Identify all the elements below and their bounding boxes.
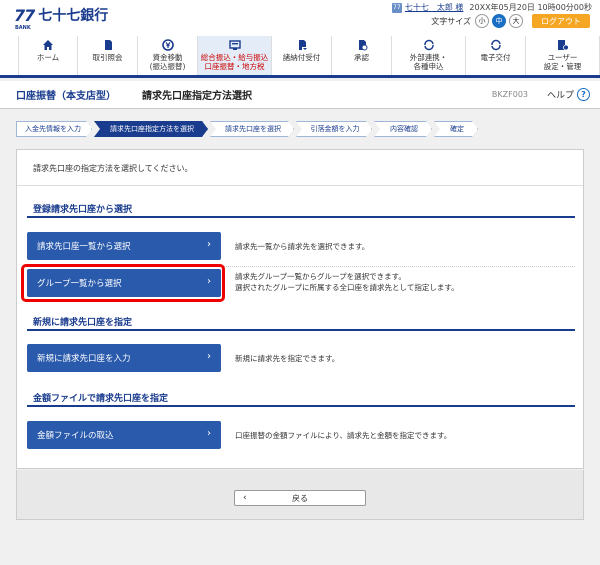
help-link[interactable]: ヘルプ ? [547,88,590,101]
description-line: 口座振替の金額ファイルにより、請求先と金額を指定できます。 [235,431,452,440]
help-label: ヘルプ [546,91,574,101]
nav-e-delivery[interactable]: 電子交付 [466,36,526,75]
nav-transfer[interactable]: 資金移動 (振込振替) [138,36,198,75]
section-registered-title: 登録請求先口座から選択 [33,205,133,215]
chevron-right-icon: › [207,428,211,439]
font-size-large-button[interactable]: 大 [509,14,523,28]
select-from-payer-list-button[interactable]: 請求先口座一覧から選択 › [27,232,221,260]
import-amount-file-button[interactable]: 金額ファイルの取込 › [27,421,221,449]
sync-icon [423,39,435,51]
font-size-label: 文字サイズ [431,16,471,26]
button-label: グループ一覧から選択 [37,279,122,289]
select-from-group-list-button[interactable]: グループ一覧から選択 › [27,269,221,297]
main-panel: 請求先口座の指定方法を選択してください。 登録請求先口座から選択 請求先口座一覧… [16,149,584,469]
login-time: 20XX年05月20日 10時00分00秒 [469,3,592,12]
header-controls: 文字サイズ 小 中 大 ログアウト [431,14,590,28]
nav-label: 外部連携・ 各種申込 [409,53,448,71]
section-title: 口座振替（本支店型） [16,91,116,102]
page-title: 請求先口座指定方法選択 [142,91,252,102]
step-6: 確定 [434,121,478,137]
back-button[interactable]: ‹ 戻る [234,490,366,506]
option-description: 新規に請求先を指定できます。 [235,353,339,364]
nav-user-settings[interactable]: ユーザー 設定・管理 [526,36,600,75]
user-info: 77 七十七 太郎 様 20XX年05月20日 10時00分00秒 [391,2,592,13]
payment-icon [296,39,308,51]
chevron-right-icon: › [207,351,211,362]
section-new-title: 新規に請求先口座を指定 [33,318,133,328]
approval-icon [356,39,368,51]
nav-label: 取引照会 [92,53,123,62]
home-icon [42,39,54,51]
logo-mark: 77 [14,6,35,25]
help-icon: ? [577,88,590,101]
nav-label: 総合振込・給与振込 口座振替・地方税 [200,53,269,71]
step-3: 請求先口座を選択 [210,121,294,137]
nav-inquiry[interactable]: 取引照会 [78,36,138,75]
step-5: 内容確認 [374,121,432,137]
nav-approval[interactable]: 承認 [332,36,392,75]
nav-label: 電子交付 [480,53,511,62]
nav-tax-payment[interactable]: 諸納付受付 [272,36,332,75]
step-indicator: 入金先情報を入力 請求先口座指定方法を選択 請求先口座を選択 引落金額を入力 内… [16,121,480,137]
button-label: 請求先口座一覧から選択 [37,242,131,252]
logo-name: 七十七銀行 [38,8,109,24]
nav-home[interactable]: ホーム [18,36,78,75]
user-name-link[interactable]: 七十七 太郎 様 [405,2,464,13]
logo-sub: BANK [15,25,31,31]
enter-new-payer-button[interactable]: 新規に請求先口座を入力 › [27,344,221,372]
footer-action-bar: ‹ 戻る [16,470,584,520]
section-file-title: 金額ファイルで請求先口座を指定 [33,394,169,404]
document-icon [102,39,114,51]
yen-coin-icon [161,39,174,51]
font-size-medium-button[interactable]: 中 [492,14,506,28]
description-line: 新規に請求先を指定できます。 [235,354,340,363]
top-header: 77 BANK 七十七銀行 77 七十七 太郎 様 20XX年05月20日 10… [0,0,600,36]
description-line: 選択されたグループに所属する全口座を請求先として指定します。 [235,283,459,292]
nav-external-link[interactable]: 外部連携・ 各種申込 [392,36,466,75]
step-1: 入金先情報を入力 [16,121,92,137]
button-label: 金額ファイルの取込 [37,431,114,441]
description-line: 請求先一覧から請求先を選択できます。 [235,242,370,251]
divider [17,185,583,186]
nav-bulk-transfer[interactable]: 総合振込・給与振込 口座振替・地方税 [198,36,272,75]
nav-label: 承認 [354,53,369,62]
sync-icon [490,39,502,51]
description-line: 請求先グループ一覧からグループを選択できます。 [235,272,406,281]
back-label: 戻る [292,493,308,503]
bank-logo[interactable]: 77 BANK 七十七銀行 [14,6,109,32]
user-settings-icon [557,39,569,51]
chevron-right-icon: › [207,276,211,287]
page-heading: 口座振替（本支店型） 請求先口座指定方法選択 BKZF003 ヘルプ ? [0,81,600,109]
step-2-current: 請求先口座指定方法を選択 [94,121,208,137]
nav-label: ホーム [36,53,60,62]
section-underline [27,405,575,407]
chevron-left-icon: ‹ [243,493,247,503]
user-badge-icon: 77 [391,2,402,13]
intro-text: 請求先口座の指定方法を選択してください。 [33,164,193,173]
nav-label: 資金移動 (振込振替) [149,53,186,71]
bulk-transfer-icon [228,39,241,51]
global-nav: ホーム 取引照会 資金移動 (振込振替) 総合振込・給与振込 口座振替・地方税 … [0,36,600,78]
option-description: 口座振替の金額ファイルにより、請求先と金額を指定できます。 [235,430,451,441]
font-size-small-button[interactable]: 小 [475,14,489,28]
chevron-right-icon: › [207,239,211,250]
screen-code: BKZF003 [491,90,528,99]
option-description: 請求先一覧から請求先を選択できます。 [235,241,369,252]
button-label: 新規に請求先口座を入力 [37,354,131,364]
section-underline [27,216,575,218]
option-description: 請求先グループ一覧からグループを選択できます。 選択されたグループに所属する全口… [235,271,459,293]
nav-label: ユーザー 設定・管理 [543,53,582,71]
nav-label: 諸納付受付 [282,53,321,62]
logout-button[interactable]: ログアウト [532,14,590,28]
section-underline [27,329,575,331]
step-4: 引落金額を入力 [296,121,372,137]
